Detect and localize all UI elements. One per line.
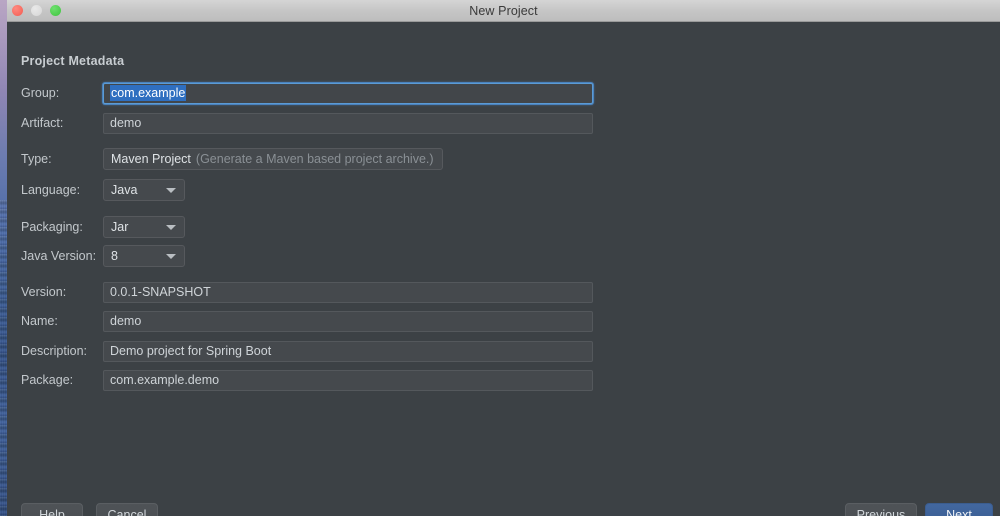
version-label: Version: xyxy=(21,285,103,299)
chevron-down-icon xyxy=(434,157,443,162)
language-label: Language: xyxy=(21,183,103,197)
chevron-down-icon xyxy=(158,254,184,259)
name-label: Name: xyxy=(21,314,103,328)
package-label: Package: xyxy=(21,373,103,387)
previous-button[interactable]: Previous xyxy=(845,503,917,516)
close-button[interactable] xyxy=(12,5,23,16)
new-project-dialog: New Project Project Metadata Group: com.… xyxy=(7,0,1000,516)
type-hint: (Generate a Maven based project archive.… xyxy=(196,152,434,166)
type-value: Maven Project xyxy=(111,152,191,166)
cancel-button[interactable]: Cancel xyxy=(96,503,158,516)
packaging-value: Jar xyxy=(111,220,128,234)
package-input[interactable]: com.example.demo xyxy=(103,370,593,391)
package-input-value: com.example.demo xyxy=(110,373,219,387)
name-input[interactable]: demo xyxy=(103,311,593,332)
field-row-package: Package: com.example.demo xyxy=(21,369,593,391)
java-version-dropdown[interactable]: 8 xyxy=(103,245,185,267)
artifact-label: Artifact: xyxy=(21,116,103,130)
language-dropdown[interactable]: Java xyxy=(103,179,185,201)
java-version-value: 8 xyxy=(111,249,118,263)
name-input-value: demo xyxy=(110,314,141,328)
field-row-packaging: Packaging: Jar xyxy=(21,216,185,238)
field-row-description: Description: Demo project for Spring Boo… xyxy=(21,340,593,362)
group-input-value: com.example xyxy=(110,85,186,101)
artifact-input-value: demo xyxy=(110,116,141,130)
packaging-label: Packaging: xyxy=(21,220,103,234)
section-heading: Project Metadata xyxy=(21,54,124,68)
field-row-name: Name: demo xyxy=(21,310,593,332)
field-row-language: Language: Java xyxy=(21,179,185,201)
help-button[interactable]: Help xyxy=(21,503,83,516)
next-button[interactable]: Next xyxy=(925,503,993,516)
version-input-value: 0.0.1-SNAPSHOT xyxy=(110,285,211,299)
type-dropdown[interactable]: Maven Project (Generate a Maven based pr… xyxy=(103,148,443,170)
version-input[interactable]: 0.0.1-SNAPSHOT xyxy=(103,282,593,303)
chevron-down-icon xyxy=(158,225,184,230)
packaging-dropdown[interactable]: Jar xyxy=(103,216,185,238)
group-input[interactable]: com.example xyxy=(103,83,593,104)
field-row-version: Version: 0.0.1-SNAPSHOT xyxy=(21,281,593,303)
window-title: New Project xyxy=(7,4,1000,18)
field-row-java-version: Java Version: 8 xyxy=(21,245,185,267)
language-value: Java xyxy=(111,183,137,197)
field-row-group: Group: com.example xyxy=(21,82,593,104)
window-controls xyxy=(12,0,61,21)
description-label: Description: xyxy=(21,344,103,358)
type-label: Type: xyxy=(21,152,103,166)
chevron-down-icon xyxy=(158,188,184,193)
group-label: Group: xyxy=(21,86,103,100)
minimize-button[interactable] xyxy=(31,5,42,16)
artifact-input[interactable]: demo xyxy=(103,113,593,134)
description-input-value: Demo project for Spring Boot xyxy=(110,344,271,358)
dialog-content: Project Metadata Group: com.example Arti… xyxy=(7,22,1000,516)
field-row-type: Type: Maven Project (Generate a Maven ba… xyxy=(21,148,443,170)
description-input[interactable]: Demo project for Spring Boot xyxy=(103,341,593,362)
java-version-label: Java Version: xyxy=(21,249,103,263)
window-titlebar[interactable]: New Project xyxy=(7,0,1000,22)
zoom-button[interactable] xyxy=(50,5,61,16)
field-row-artifact: Artifact: demo xyxy=(21,112,593,134)
